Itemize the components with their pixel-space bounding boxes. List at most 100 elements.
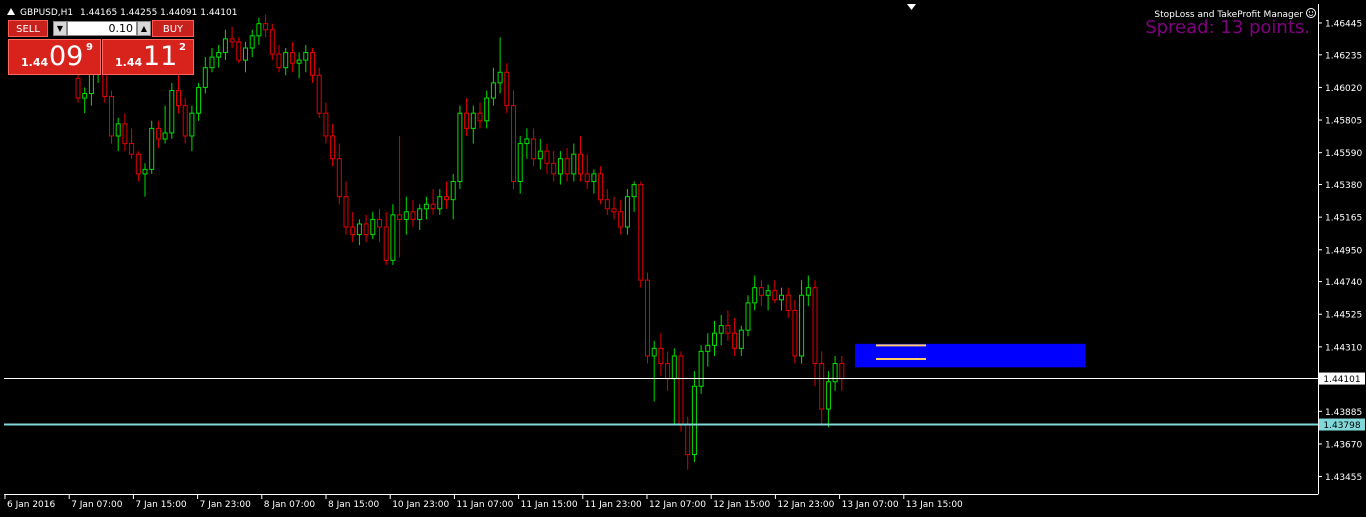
lot-increase-button[interactable]: ▲ [137, 21, 151, 36]
candle-body [531, 138, 537, 160]
bear-candle [839, 355, 845, 391]
candle-body [182, 105, 188, 137]
candle-body [196, 86, 202, 114]
lot-decrease-button[interactable]: ▼ [53, 21, 67, 36]
price-tick-label: 1.43670 [1325, 440, 1362, 450]
candle-body [611, 208, 617, 213]
candle-body [758, 287, 764, 296]
buy-button-label[interactable]: BUY [152, 20, 194, 37]
bear-candle [269, 23, 275, 61]
time-tick-label: 7 Jan 23:00 [200, 500, 252, 510]
bull-candle [470, 105, 476, 144]
bear-candle [229, 26, 235, 48]
candle-body [330, 135, 336, 160]
candle-body [310, 52, 315, 76]
sell-price-prefix: 1.44 [21, 56, 49, 69]
bear-candle [812, 280, 818, 387]
buy-price-button[interactable]: 1.44 11 2 [102, 39, 194, 75]
bear-candle [316, 67, 322, 118]
time-tick-label: 12 Jan 23:00 [777, 500, 834, 510]
lot-size-input[interactable]: 0.10 [67, 21, 137, 36]
triangle-up-icon[interactable] [7, 8, 15, 15]
spread-text: Spread: 13 points. [1145, 17, 1310, 38]
candle-body [691, 385, 697, 456]
candle-body [571, 153, 577, 175]
bull-candle [765, 284, 771, 311]
bear-candle [785, 287, 791, 319]
chart-ohlc-values: 1.44165 1.44255 1.44091 1.44101 [80, 8, 237, 18]
bull-candle [624, 189, 630, 235]
candle-body [631, 184, 637, 198]
bull-candle [805, 275, 811, 306]
bull-candle [450, 173, 456, 220]
candle-body [517, 143, 523, 182]
candle-body [122, 123, 128, 145]
bear-candle [678, 351, 684, 432]
triangle-down-icon[interactable] [907, 4, 916, 10]
candle-body [738, 329, 744, 349]
bear-candle [289, 41, 295, 73]
level-price-label: 1.43798 [1323, 421, 1360, 431]
buy-price-pipette: 2 [179, 42, 186, 53]
candle-body [88, 71, 94, 95]
sell-price-button[interactable]: 1.44 09 9 [8, 39, 101, 75]
time-tick-label: 11 Jan 15:00 [521, 500, 578, 510]
candle-body [591, 173, 597, 182]
candle-body [75, 77, 81, 99]
buy-price-big: 11 [143, 41, 178, 72]
bull-candle [356, 219, 362, 246]
bear-candle [377, 208, 382, 243]
candle-body [356, 223, 362, 236]
candle-body [511, 105, 516, 182]
sell-button-label[interactable]: SELL [8, 20, 48, 37]
bear-candle [182, 98, 188, 144]
price-chart[interactable]: 1.46445 1.46235 1.46020 1.45805 1.45590 1.453… [0, 0, 1366, 517]
candle-body [725, 325, 731, 334]
price-tick-label: 1.45805 [1325, 117, 1362, 127]
bull-candle [296, 52, 302, 79]
candle-body [390, 214, 396, 261]
price-tick-label: 1.44310 [1325, 343, 1362, 353]
candle-body [484, 97, 490, 122]
bull-candle [216, 44, 222, 68]
bear-candle [135, 151, 141, 182]
support-zone-rectangle[interactable] [855, 343, 1085, 368]
bull-candle [651, 340, 657, 402]
bear-candle [343, 181, 349, 235]
candle-body [276, 53, 282, 69]
bull-candle [209, 47, 215, 73]
bull-candle [490, 67, 496, 106]
bull-candle [457, 105, 463, 190]
candle-body [256, 23, 262, 37]
price-tick-label: 1.44950 [1325, 246, 1362, 256]
candle-body [169, 89, 175, 134]
candle-body [712, 332, 717, 346]
bull-candle [631, 181, 637, 212]
candle-body [410, 211, 416, 220]
bear-candle [511, 90, 516, 190]
candle-body [323, 112, 329, 137]
bull-candle [524, 128, 530, 159]
bear-candle [323, 102, 329, 144]
bear-candle [155, 120, 161, 149]
price-tick-label: 1.45165 [1325, 214, 1362, 224]
bull-candle [196, 82, 202, 121]
bear-candle [383, 211, 389, 265]
chart-symbol-timeframe: GBPUSD,H1 [20, 8, 73, 18]
candle-body [537, 150, 543, 160]
bull-candle [390, 204, 396, 265]
candle-body [825, 381, 831, 410]
candle-body [470, 112, 476, 129]
candle-body [624, 196, 630, 228]
bull-candle [537, 139, 543, 170]
candle-body [222, 38, 228, 54]
candle-body [403, 211, 409, 220]
bull-candle [825, 371, 831, 428]
candle-body [732, 332, 738, 349]
bear-candle [732, 318, 738, 356]
time-tick-label: 11 Jan 23:00 [585, 500, 642, 510]
bear-candle [658, 333, 664, 376]
bull-candle [779, 287, 784, 311]
price-tick-label: 1.46235 [1325, 51, 1362, 61]
candle-body [129, 143, 135, 155]
